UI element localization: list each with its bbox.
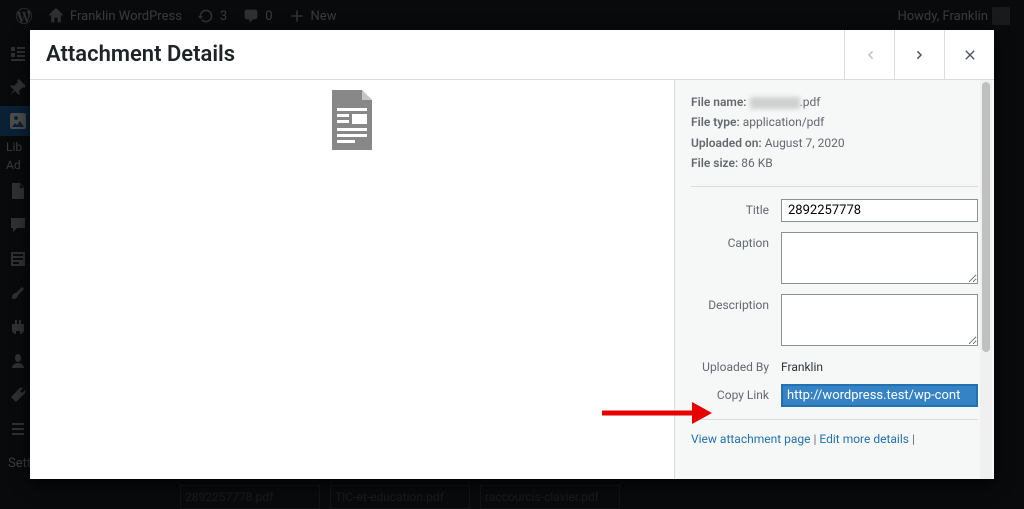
filetype-label: File type: xyxy=(691,115,740,129)
attachment-details-modal: Attachment Details File name: .pdf File … xyxy=(30,30,994,479)
details-pane: File name: .pdf File type: application/p… xyxy=(674,80,994,479)
document-icon xyxy=(328,90,376,150)
divider xyxy=(691,419,978,420)
prev-button[interactable] xyxy=(844,30,894,79)
scrollbar[interactable] xyxy=(980,80,992,479)
edit-details-link[interactable]: Edit more details xyxy=(819,432,909,446)
action-links: View attachment page | Edit more details… xyxy=(691,432,978,446)
description-textarea[interactable] xyxy=(781,294,978,346)
filetype-value: application/pdf xyxy=(743,115,825,129)
title-input[interactable] xyxy=(781,199,978,222)
chevron-right-icon xyxy=(913,48,927,62)
close-button[interactable] xyxy=(944,30,994,79)
uploaded-label: Uploaded on: xyxy=(691,136,762,150)
description-label: Description xyxy=(691,294,781,312)
title-label: Title xyxy=(691,199,781,217)
filesize-value: 86 KB xyxy=(741,156,772,170)
close-icon xyxy=(963,48,977,62)
filename-redacted xyxy=(750,97,800,109)
chevron-left-icon xyxy=(863,48,877,62)
filesize-label: File size: xyxy=(691,156,738,170)
filename-label: File name: xyxy=(691,95,747,109)
divider xyxy=(691,186,978,187)
view-attachment-link[interactable]: View attachment page xyxy=(691,432,811,446)
copy-link-input[interactable] xyxy=(781,384,978,407)
uploaded-by-label: Uploaded By xyxy=(691,356,781,374)
caption-textarea[interactable] xyxy=(781,232,978,284)
uploaded-by-value: Franklin xyxy=(781,356,823,374)
media-preview-pane xyxy=(30,80,674,479)
scrollbar-thumb[interactable] xyxy=(982,82,990,352)
caption-label: Caption xyxy=(691,232,781,250)
filename-ext: .pdf xyxy=(800,95,821,109)
modal-header: Attachment Details xyxy=(30,30,994,80)
modal-title: Attachment Details xyxy=(46,42,235,67)
annotation-arrow xyxy=(602,398,712,432)
next-button[interactable] xyxy=(894,30,944,79)
uploaded-value: August 7, 2020 xyxy=(765,136,845,150)
